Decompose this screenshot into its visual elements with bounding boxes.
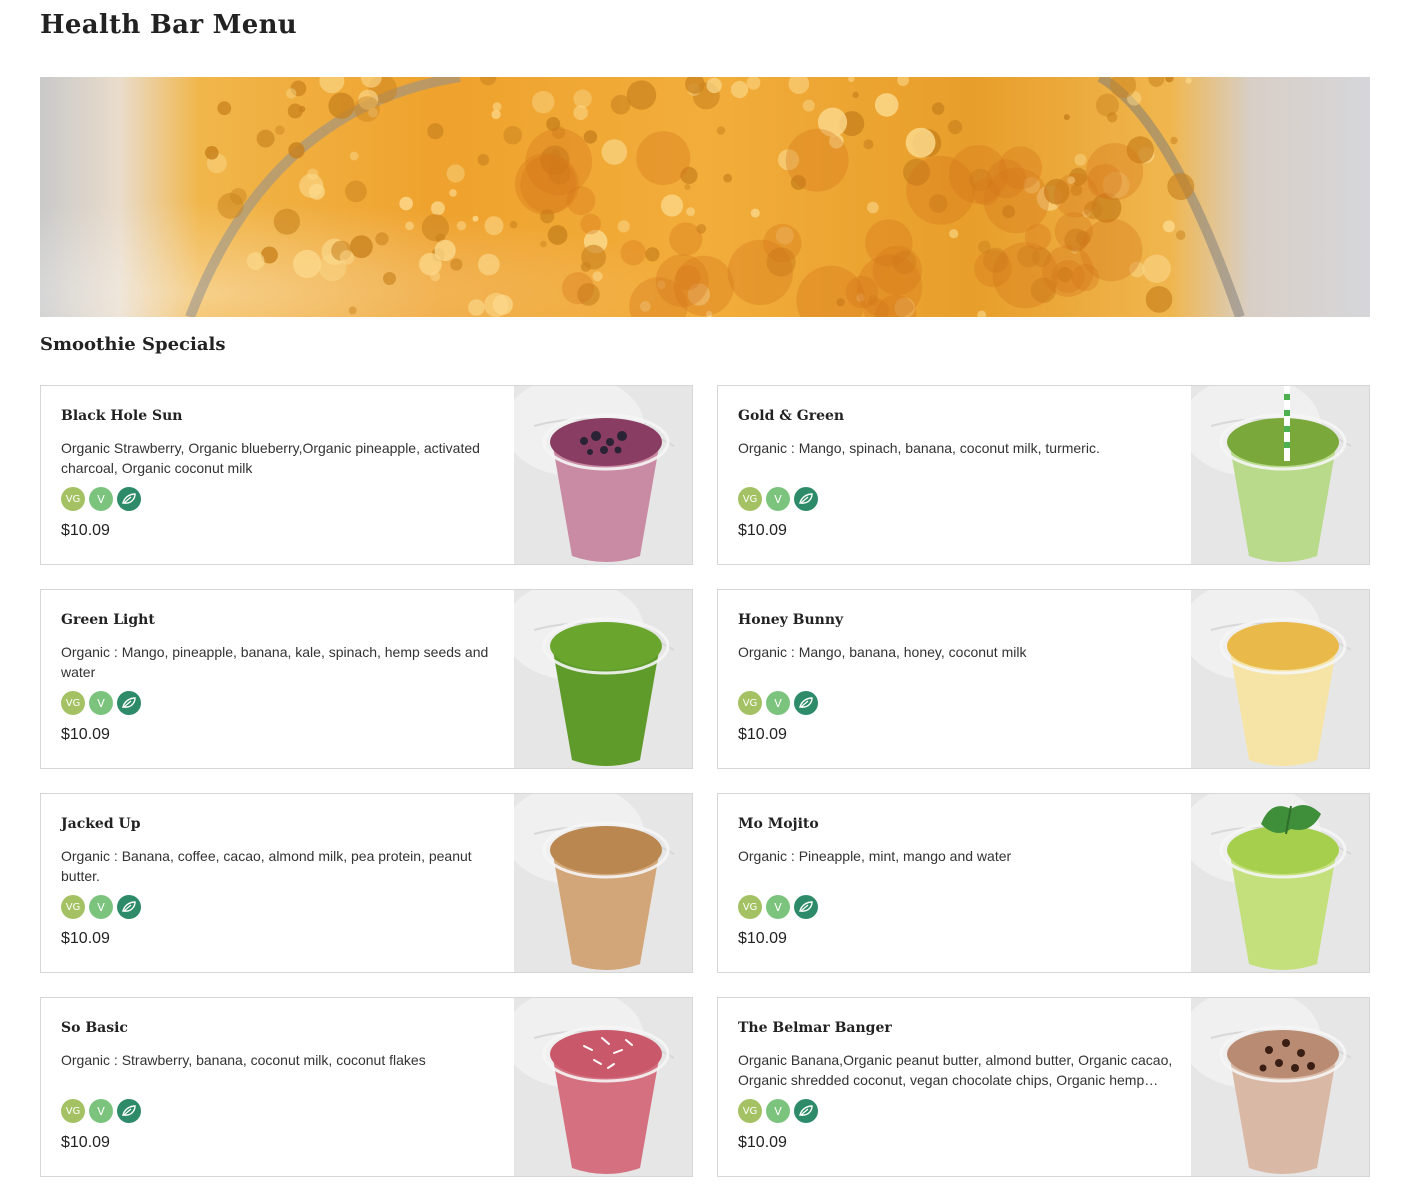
menu-item-description: Organic : Mango, pineapple, banana, kale… <box>61 644 489 680</box>
menu-item-price: $10.09 <box>61 726 110 743</box>
menu-item-description: Organic : Pineapple, mint, mango and wat… <box>738 848 1012 864</box>
dietary-badges: VG V <box>61 487 141 511</box>
menu-item-info: Green Light Organic : Mango, pineapple, b… <box>61 612 501 682</box>
vegetarian-icon: V <box>89 487 113 511</box>
menu-item-card[interactable]: Honey Bunny Organic : Mango, banana, hone… <box>717 589 1370 769</box>
menu-item-description: Organic : Mango, banana, honey, coconut … <box>738 644 1027 660</box>
menu-item-name: Green Light <box>61 612 155 628</box>
vegetarian-icon: V <box>766 487 790 511</box>
menu-item-image <box>1191 590 1369 768</box>
section-title: Smoothie Specials <box>40 334 226 355</box>
menu-item-description: Organic : Strawberry, banana, coconut mi… <box>61 1052 426 1068</box>
menu-item-price: $10.09 <box>61 522 110 539</box>
vegetarian-icon: V <box>766 691 790 715</box>
smoothie-cup-graphic <box>514 794 692 972</box>
menu-item-info: Jacked Up Organic : Banana, coffee, cacao… <box>61 816 501 886</box>
menu-item-price: $10.09 <box>738 930 787 947</box>
vegan-icon: VG <box>738 691 762 715</box>
menu-item-info: Black Hole Sun Organic Strawberry, Organi… <box>61 408 501 478</box>
vegan-icon: VG <box>61 1099 85 1123</box>
leaf-icon <box>117 691 141 715</box>
leaf-icon <box>117 1099 141 1123</box>
menu-item-card[interactable]: Black Hole Sun Organic Strawberry, Organi… <box>40 385 693 565</box>
vegetarian-icon: V <box>89 1099 113 1123</box>
menu-item-info: The Belmar Banger Organic Banana,Organic … <box>738 1020 1178 1090</box>
menu-item-image <box>514 590 692 768</box>
smoothie-cup-graphic <box>514 998 692 1176</box>
vegetarian-icon: V <box>766 1099 790 1123</box>
menu-item-price: $10.09 <box>61 1134 110 1151</box>
smoothie-cup-graphic <box>1191 386 1369 564</box>
dietary-badges: VG V <box>738 691 818 715</box>
menu-item-description: Organic : Banana, coffee, cacao, almond … <box>61 848 472 884</box>
leaf-icon <box>794 691 818 715</box>
menu-item-price: $10.09 <box>61 930 110 947</box>
menu-item-card[interactable]: The Belmar Banger Organic Banana,Organic … <box>717 997 1370 1177</box>
menu-item-description: Organic Strawberry, Organic blueberry,Or… <box>61 440 480 476</box>
menu-item-price: $10.09 <box>738 1134 787 1151</box>
leaf-icon <box>117 487 141 511</box>
menu-item-image <box>1191 794 1369 972</box>
smoothie-cup-graphic <box>1191 590 1369 768</box>
smoothie-bubbles-graphic <box>185 77 1245 317</box>
menu-item-card[interactable]: So Basic Organic : Strawberry, banana, co… <box>40 997 693 1177</box>
page-title: Health Bar Menu <box>40 10 297 40</box>
menu-item-description: Organic : Mango, spinach, banana, coconu… <box>738 440 1100 456</box>
vegetarian-icon: V <box>89 895 113 919</box>
menu-item-card[interactable]: Green Light Organic : Mango, pineapple, b… <box>40 589 693 769</box>
menu-item-description: Organic Banana,Organic peanut butter, al… <box>738 1052 1173 1088</box>
menu-item-card[interactable]: Mo Mojito Organic : Pineapple, mint, mang… <box>717 793 1370 973</box>
leaf-icon <box>117 895 141 919</box>
leaf-icon <box>794 1099 818 1123</box>
menu-item-image <box>1191 386 1369 564</box>
hero-banner-image <box>40 77 1370 317</box>
menu-item-price: $10.09 <box>738 726 787 743</box>
menu-item-name: So Basic <box>61 1020 128 1036</box>
leaf-icon <box>794 487 818 511</box>
menu-item-name: The Belmar Banger <box>738 1020 892 1036</box>
vegan-icon: VG <box>61 691 85 715</box>
menu-item-image <box>514 386 692 564</box>
menu-item-name: Jacked Up <box>61 816 141 832</box>
menu-item-info: So Basic Organic : Strawberry, banana, co… <box>61 1020 501 1090</box>
menu-item-name: Black Hole Sun <box>61 408 183 424</box>
vegan-icon: VG <box>61 895 85 919</box>
menu-item-card[interactable]: Jacked Up Organic : Banana, coffee, cacao… <box>40 793 693 973</box>
vegetarian-icon: V <box>89 691 113 715</box>
menu-item-image <box>514 998 692 1176</box>
menu-item-info: Gold & Green Organic : Mango, spinach, ba… <box>738 408 1178 478</box>
dietary-badges: VG V <box>738 487 818 511</box>
smoothie-cup-graphic <box>514 590 692 768</box>
vegan-icon: VG <box>738 487 762 511</box>
menu-item-price: $10.09 <box>738 522 787 539</box>
vegan-icon: VG <box>61 487 85 511</box>
vegetarian-icon: V <box>766 895 790 919</box>
dietary-badges: VG V <box>738 1099 818 1123</box>
menu-item-card[interactable]: Gold & Green Organic : Mango, spinach, ba… <box>717 385 1370 565</box>
menu-item-info: Honey Bunny Organic : Mango, banana, hone… <box>738 612 1178 682</box>
smoothie-cup-graphic <box>1191 794 1369 972</box>
vegan-icon: VG <box>738 1099 762 1123</box>
menu-item-name: Honey Bunny <box>738 612 844 628</box>
dietary-badges: VG V <box>61 895 141 919</box>
menu-item-info: Mo Mojito Organic : Pineapple, mint, mang… <box>738 816 1178 886</box>
leaf-icon <box>794 895 818 919</box>
smoothie-cup-graphic <box>1191 998 1369 1176</box>
menu-item-image <box>1191 998 1369 1176</box>
dietary-badges: VG V <box>61 1099 141 1123</box>
menu-item-name: Mo Mojito <box>738 816 819 832</box>
vegan-icon: VG <box>738 895 762 919</box>
smoothie-cup-graphic <box>514 386 692 564</box>
dietary-badges: VG V <box>61 691 141 715</box>
menu-item-image <box>514 794 692 972</box>
dietary-badges: VG V <box>738 895 818 919</box>
menu-item-name: Gold & Green <box>738 408 845 424</box>
